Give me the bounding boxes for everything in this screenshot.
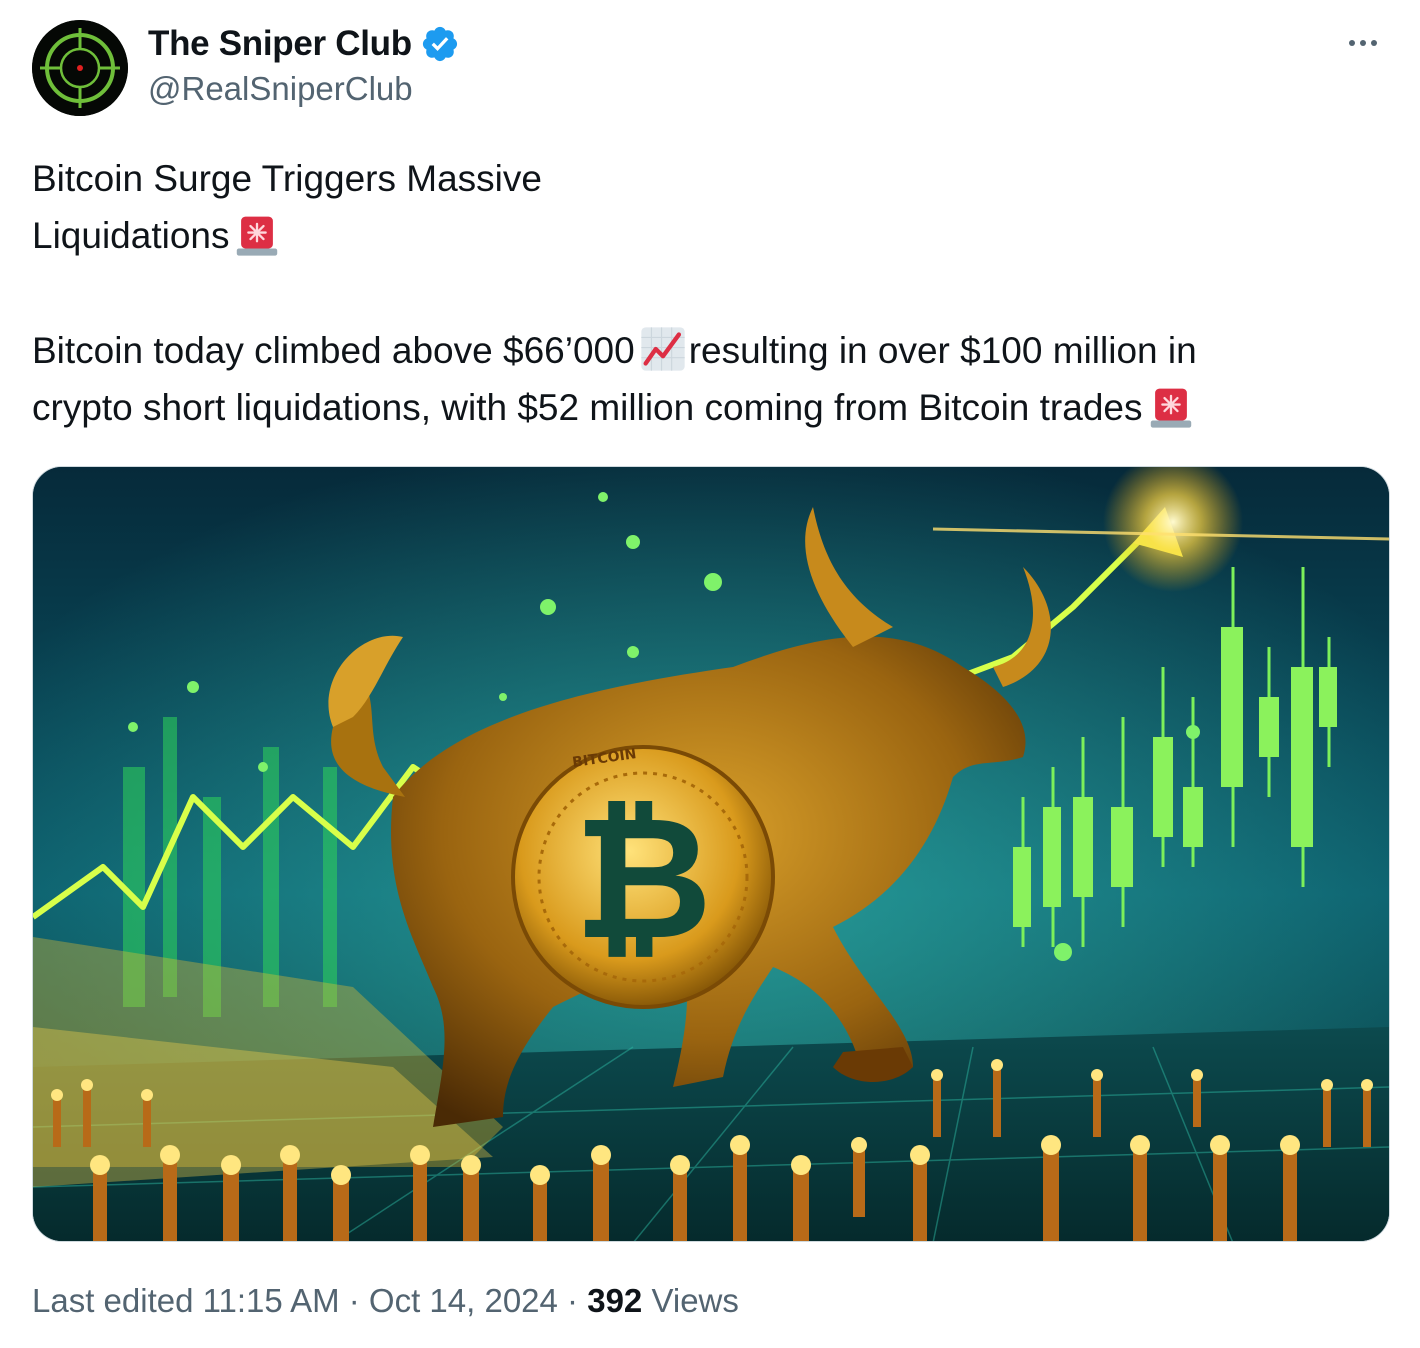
edited-timestamp[interactable]: Last edited 11:15 AM · Oct 14, 2024 · xyxy=(32,1282,587,1319)
crosshair-scope-icon xyxy=(32,20,128,116)
police-car-light-emoji xyxy=(237,216,278,256)
tweet-line-4: crypto short liquidations, with $52 mill… xyxy=(32,379,1392,436)
tweet-card: The Sniper Club @RealSniperClub Bitcoin … xyxy=(0,0,1420,1348)
tweet-media-image[interactable]: BITCOIN ₿ xyxy=(32,466,1390,1242)
avatar[interactable] xyxy=(32,20,128,116)
tweet-header: The Sniper Club @RealSniperClub xyxy=(32,20,1388,120)
author-names: The Sniper Club @RealSniperClub xyxy=(148,22,460,108)
bull-bitcoin-illustration: BITCOIN ₿ xyxy=(33,467,1389,1241)
bitcoin-symbol-icon: ₿ xyxy=(574,780,713,978)
name-row: The Sniper Club xyxy=(148,22,460,66)
police-car-light-emoji xyxy=(1150,388,1191,428)
more-horizontal-icon xyxy=(1349,40,1355,46)
tweet-line-2: Liquidations xyxy=(32,207,1392,264)
tweet-line-1: Bitcoin Surge Triggers Massive xyxy=(32,158,542,199)
views-label: Views xyxy=(642,1282,739,1319)
verified-badge-icon[interactable] xyxy=(420,24,460,64)
chart-increasing-emoji xyxy=(641,327,685,371)
tweet-meta: Last edited 11:15 AM · Oct 14, 2024 · 39… xyxy=(32,1282,739,1320)
tweet-text: Bitcoin Surge Triggers Massive Liquidati… xyxy=(32,150,1392,436)
tweet-line-3: Bitcoin today climbed above $66’000 resu… xyxy=(32,322,1392,379)
views-count: 392 xyxy=(587,1282,643,1319)
author-handle[interactable]: @RealSniperClub xyxy=(148,70,460,108)
more-options-button[interactable] xyxy=(1338,28,1388,58)
display-name[interactable]: The Sniper Club xyxy=(148,24,412,64)
